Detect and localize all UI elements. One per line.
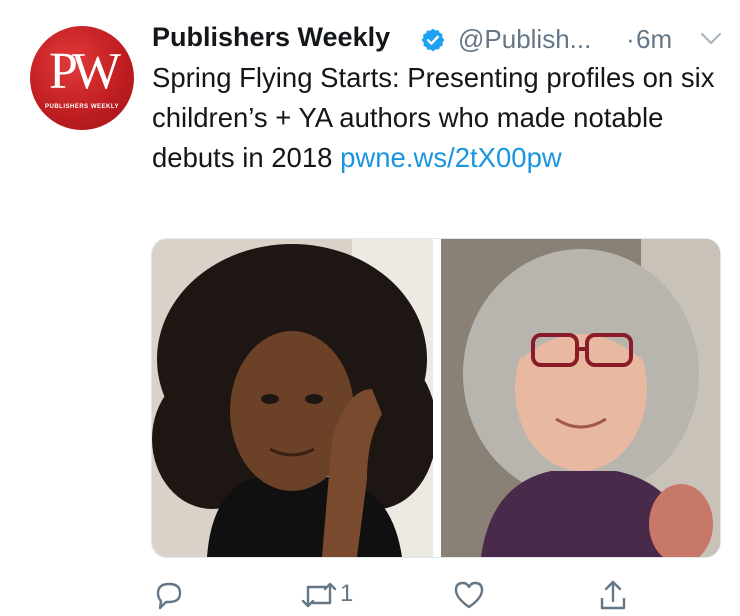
tweet-actions: 1	[152, 578, 632, 612]
avatar-logo-text: PW	[49, 43, 121, 100]
author-display-name[interactable]: Publishers Weekly	[152, 22, 390, 53]
avatar-logo-subtext: PUBLISHERS WEEKLY	[45, 104, 119, 110]
retweet-icon	[301, 582, 337, 608]
retweet-count: 1	[340, 580, 354, 607]
share-icon	[600, 580, 626, 610]
retweet-button[interactable]	[300, 578, 338, 612]
tweet-media[interactable]	[151, 238, 721, 558]
verified-badge-icon	[421, 28, 445, 52]
media-photo-right[interactable]	[441, 239, 720, 557]
like-icon	[454, 581, 484, 609]
separator-dot: ·	[626, 24, 635, 54]
tweet-timestamp[interactable]: 6m	[636, 24, 672, 55]
share-button[interactable]	[596, 578, 630, 612]
avatar[interactable]: PW PUBLISHERS WEEKLY	[30, 26, 134, 130]
reply-icon	[156, 582, 182, 610]
media-photo-left[interactable]	[152, 239, 433, 557]
tweet-text: Spring Flying Starts: Presenting profile…	[152, 58, 722, 178]
like-button[interactable]	[452, 578, 486, 612]
chevron-down-icon[interactable]	[700, 32, 722, 46]
reply-button[interactable]	[152, 578, 186, 612]
tweet-header: Publishers Weekly @Publish... · 6m	[152, 20, 722, 60]
tweet-link[interactable]: pwne.ws/​2tX00pw	[340, 142, 562, 173]
author-handle[interactable]: @Publish...	[458, 24, 591, 55]
